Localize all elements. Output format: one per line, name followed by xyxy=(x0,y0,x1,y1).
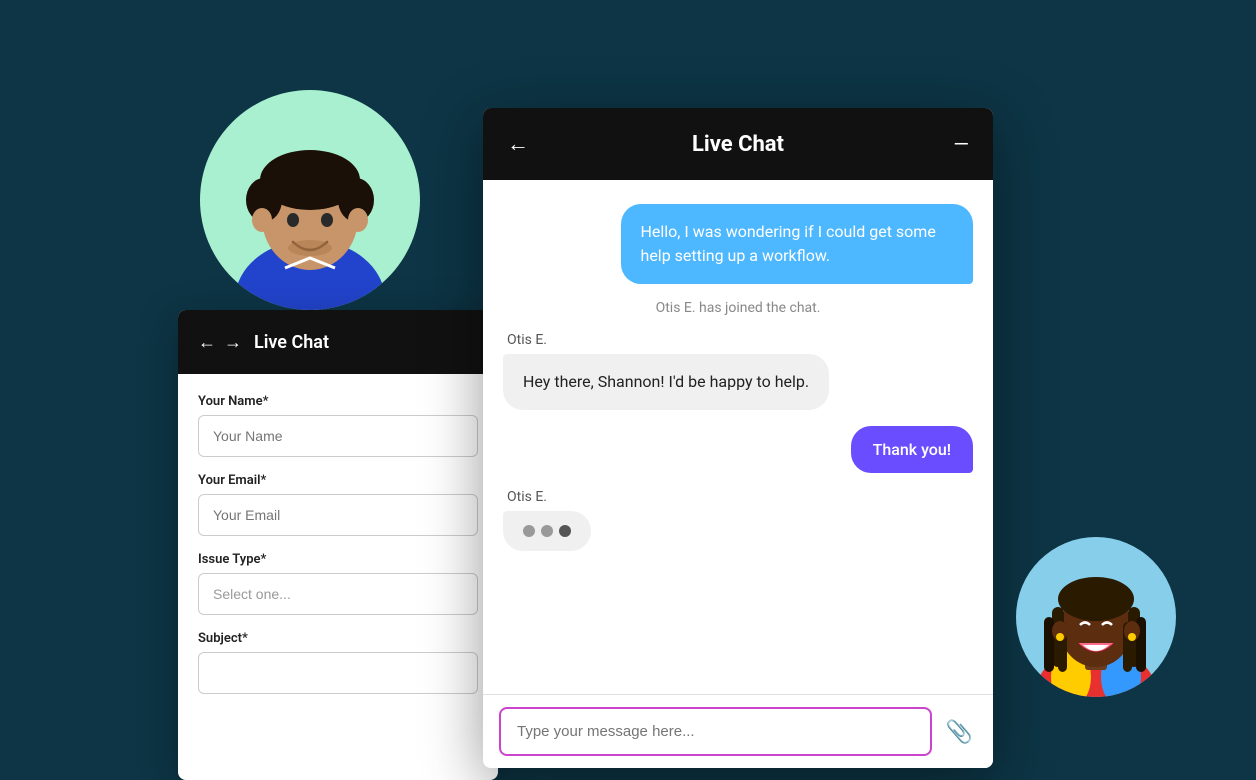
issue-select[interactable]: Select one... xyxy=(198,573,478,615)
message-agent-typing-container: Otis E. xyxy=(503,489,973,551)
typing-dot-3 xyxy=(559,525,571,537)
issue-label: Issue Type* xyxy=(198,552,478,567)
chat-back-button[interactable]: ← xyxy=(507,131,529,157)
chat-message-input[interactable] xyxy=(499,707,932,756)
back-arrow-icon[interactable]: ← xyxy=(198,332,216,353)
message-system-1: Otis E. has joined the chat. xyxy=(503,300,973,316)
name-field-group: Your Name* xyxy=(198,394,478,457)
avatar-male xyxy=(200,90,420,310)
agent-name-typing: Otis E. xyxy=(503,489,973,505)
form-nav-arrows[interactable]: ← → xyxy=(198,332,242,353)
message-agent-1: Hey there, Shannon! I'd be happy to help… xyxy=(503,354,829,410)
typing-dot-2 xyxy=(541,525,553,537)
chat-header-left: ← xyxy=(507,131,529,157)
minimize-button[interactable]: — xyxy=(953,132,969,156)
chat-messages: Hello, I was wondering if I could get so… xyxy=(483,180,993,694)
avatar-female xyxy=(1016,537,1176,697)
email-input[interactable] xyxy=(198,494,478,536)
chat-header: ← Live Chat — xyxy=(483,108,993,180)
chat-header-title: Live Chat xyxy=(692,132,784,157)
form-body: Your Name* Your Email* Issue Type* Selec… xyxy=(178,374,498,714)
form-header: ← → Live Chat xyxy=(178,310,498,374)
email-field-group: Your Email* xyxy=(198,473,478,536)
typing-indicator xyxy=(503,511,591,551)
message-user-1: Hello, I was wondering if I could get so… xyxy=(621,204,974,284)
typing-dot-1 xyxy=(523,525,535,537)
issue-field-group: Issue Type* Select one... xyxy=(198,552,478,615)
subject-input[interactable] xyxy=(198,652,478,694)
name-label: Your Name* xyxy=(198,394,478,409)
email-label: Your Email* xyxy=(198,473,478,488)
forward-arrow-icon[interactable]: → xyxy=(224,332,242,353)
message-agent-1-container: Otis E. Hey there, Shannon! I'd be happy… xyxy=(503,332,973,410)
subject-field-group: Subject* xyxy=(198,631,478,694)
form-title: Live Chat xyxy=(254,332,329,353)
message-user-reply: Thank you! xyxy=(851,426,973,473)
chat-panel: ← Live Chat — Hello, I was wondering if … xyxy=(483,108,993,768)
subject-label: Subject* xyxy=(198,631,478,646)
attach-button[interactable]: 📎 xyxy=(942,715,977,749)
chat-input-area: 📎 xyxy=(483,694,993,768)
name-input[interactable] xyxy=(198,415,478,457)
agent-name-1: Otis E. xyxy=(503,332,973,348)
form-panel: ← → Live Chat Your Name* Your Email* Iss… xyxy=(178,310,498,780)
